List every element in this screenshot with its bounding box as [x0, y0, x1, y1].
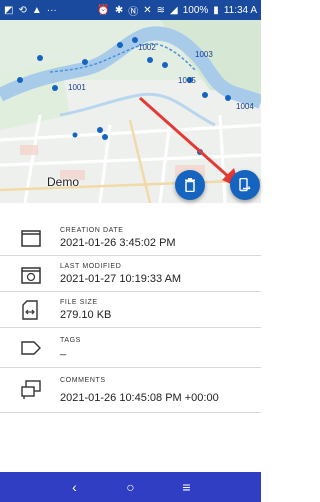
creation-date-label: CREATION DATE — [60, 227, 124, 234]
marker-label: 1005 — [178, 76, 196, 85]
clock: 11:34 A — [223, 4, 257, 16]
bluetooth-icon: ✱ — [114, 4, 124, 16]
marker-label: 1002 — [138, 43, 156, 52]
nav-recents-button[interactable]: ≡ — [177, 479, 197, 495]
wifi-icon: ≋ — [156, 4, 166, 16]
gallery-icon: ◩ — [4, 4, 14, 16]
warning-icon: ▲ — [31, 4, 42, 16]
nav-back-button[interactable]: ‹ — [65, 479, 85, 495]
file-info-list: CREATION DATE 2021-01-26 3:45:02 PM LAST… — [0, 215, 261, 413]
battery-icon: ▮ — [213, 4, 219, 16]
nav-home-button[interactable]: ○ — [121, 479, 141, 495]
marker-label: 1001 — [68, 83, 86, 92]
creation-date-value: 2021-01-26 3:45:02 PM — [60, 237, 176, 249]
tag-icon — [21, 341, 41, 355]
alarm-icon: ⏰ — [97, 4, 110, 16]
last-modified-value: 2021-01-27 10:19:33 AM — [60, 273, 182, 285]
tags-label: TAGS — [60, 337, 81, 344]
comments-label: COMMENTS — [60, 377, 106, 384]
trash-icon — [185, 178, 195, 192]
info-row-tags[interactable]: TAGS _ — [0, 328, 261, 368]
map-canvas[interactable]: 1001 1002 1003 1004 1005 — [0, 20, 261, 203]
info-row-creation-date: CREATION DATE 2021-01-26 3:45:02 PM — [0, 215, 261, 256]
export-device-icon — [239, 178, 251, 192]
map-title: Demo — [47, 175, 80, 189]
tags-value: _ — [60, 344, 67, 356]
last-modified-label: LAST MODIFIED — [60, 263, 122, 270]
marker-label: 1003 — [195, 50, 213, 59]
battery-level: 100% — [182, 4, 209, 16]
system-nav-bar: ‹ ○ ≡ — [0, 472, 261, 502]
info-row-file-size: FILE SIZE 279.10 KB — [0, 292, 261, 328]
file-size-label: FILE SIZE — [60, 299, 98, 306]
map-view[interactable]: 1001 1002 1003 1004 1005 Demo — [0, 20, 261, 203]
info-row-comments[interactable]: COMMENTS 2021-01-26 10:45:08 PM +00:00 — [0, 368, 261, 413]
status-right: ⏰ ✱ Ⓝ ✕ ≋ ◢ 100% ▮ 11:34 A — [97, 3, 257, 18]
info-row-last-modified: LAST MODIFIED 2021-01-27 10:19:33 AM — [0, 256, 261, 292]
status-bar: ◩ ⟲ ▲ ··· ⏰ ✱ Ⓝ ✕ ≋ ◢ 100% ▮ 11:34 A — [0, 0, 261, 20]
comments-icon — [21, 380, 41, 399]
delete-button[interactable] — [175, 170, 205, 200]
mute-icon: ✕ — [143, 4, 152, 16]
more-icon: ··· — [46, 4, 57, 16]
marker-label: 1004 — [236, 102, 254, 111]
status-left: ◩ ⟲ ▲ ··· — [4, 5, 57, 16]
calendar-icon — [21, 230, 41, 247]
comments-value: 2021-01-26 10:45:08 PM +00:00 — [60, 392, 219, 404]
nfc-icon: Ⓝ — [128, 6, 139, 18]
sync-icon: ⟲ — [18, 4, 27, 16]
calendar-sync-icon — [21, 267, 41, 284]
export-button[interactable] — [230, 170, 260, 200]
signal-icon: ◢ — [170, 4, 178, 16]
file-size-icon — [22, 300, 38, 320]
file-size-value: 279.10 KB — [60, 309, 112, 321]
